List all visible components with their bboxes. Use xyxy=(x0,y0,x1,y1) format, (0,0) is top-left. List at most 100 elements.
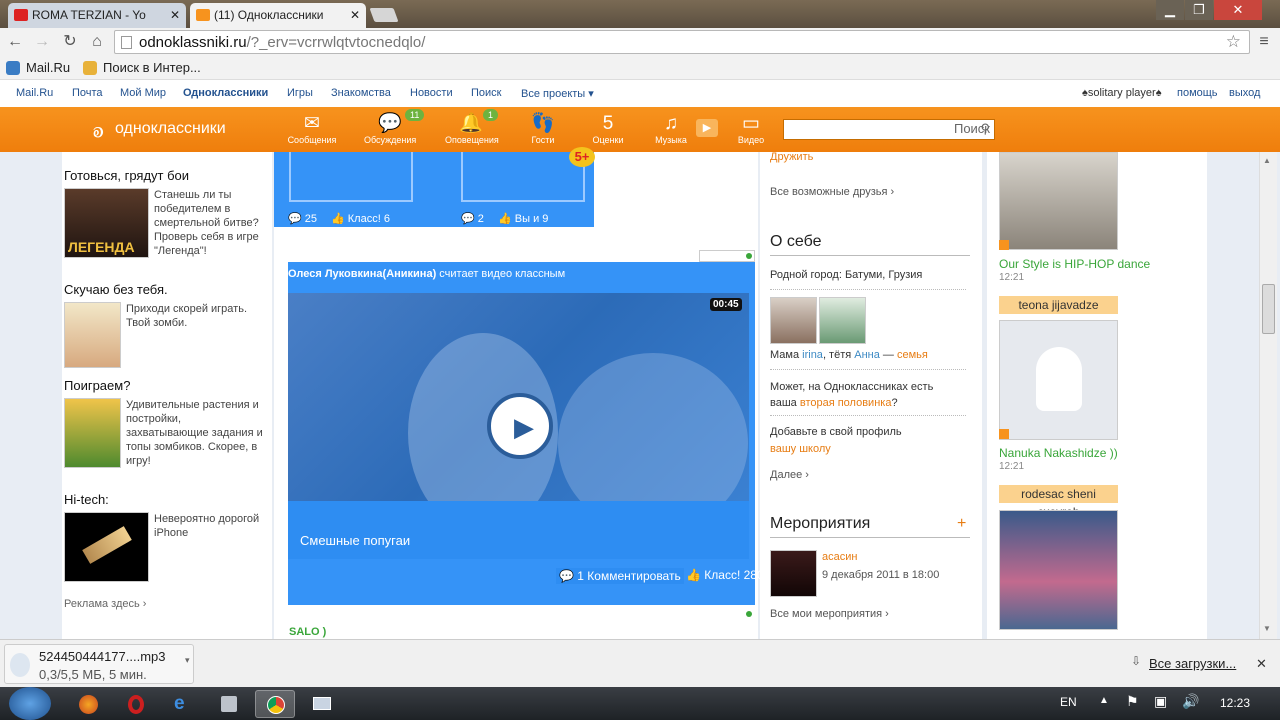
ad-title[interactable]: Поиграем? xyxy=(64,378,130,393)
video-nav[interactable]: ▭ Видео xyxy=(725,113,777,145)
activity-author[interactable]: rodesac sheni cxovreb xyxy=(999,485,1118,519)
window-switch-icon[interactable] xyxy=(302,690,342,718)
all-events-link[interactable]: Все мои мероприятия › xyxy=(770,608,889,620)
ad-thumbnail-zombie-girl[interactable] xyxy=(64,302,121,368)
new-tab-button[interactable] xyxy=(369,8,399,22)
close-download-bar-icon[interactable]: ✕ xyxy=(1256,656,1267,672)
start-button[interactable] xyxy=(9,687,51,720)
search-icon[interactable]: ⚲ xyxy=(980,121,990,137)
ok-logo-text[interactable]: одноклассники xyxy=(115,120,226,138)
family-photo-aunt[interactable] xyxy=(819,297,866,344)
activity-caption[interactable]: Our Style is HIP-HOP dance xyxy=(999,257,1150,271)
all-downloads-link[interactable]: Все загрузки... xyxy=(1149,656,1236,671)
half-link[interactable]: вторая половинка xyxy=(800,397,892,409)
music-play-icon[interactable]: ▶ xyxy=(696,119,718,137)
add-event-icon[interactable]: + xyxy=(957,515,966,533)
feed-photo-right[interactable] xyxy=(461,152,585,202)
like-count-left[interactable]: 👍 Класс! 6 xyxy=(331,212,390,225)
video-title[interactable]: Смешные попугаи xyxy=(300,533,410,548)
close-tab-icon[interactable]: ✕ xyxy=(350,8,360,22)
address-bar[interactable]: odnoklassniki.ru/?_erv=vcrrwlqtvtocnedql… xyxy=(114,30,1250,54)
opera-icon[interactable] xyxy=(116,690,156,718)
like-count-right[interactable]: 👍 Вы и 9 xyxy=(498,212,548,225)
ad-text[interactable]: Станешь ли ты победителем в смертельной … xyxy=(154,188,264,258)
ad-title[interactable]: Готовься, грядут бои xyxy=(64,168,189,183)
link-odnoklassniki[interactable]: Одноклассники xyxy=(183,87,268,99)
page-scrollbar[interactable]: ▲ ▼ xyxy=(1259,152,1277,639)
home-icon[interactable]: ⌂ xyxy=(87,32,107,52)
username[interactable]: ♠solitary player♠ xyxy=(1082,87,1162,99)
back-icon[interactable]: ← xyxy=(5,32,25,52)
bookmark-mailru[interactable]: Mail.Ru xyxy=(6,60,70,75)
action-center-flag-icon[interactable]: ⚑ xyxy=(1126,693,1139,710)
link-mail[interactable]: Почта xyxy=(72,87,103,99)
comment-button[interactable]: 💬 1 Комментировать xyxy=(556,568,684,584)
event-name[interactable]: асасин xyxy=(822,551,857,563)
link-games[interactable]: Игры xyxy=(287,87,313,99)
ad-text[interactable]: Удивительные растения и постройки, захва… xyxy=(126,398,266,468)
volume-icon[interactable]: 🔊 xyxy=(1182,693,1199,710)
next-post-author[interactable]: SALO ) xyxy=(289,626,326,638)
wrench-menu-icon[interactable]: ≡ xyxy=(1254,32,1274,52)
internet-explorer-icon[interactable]: e xyxy=(163,690,203,718)
family-link[interactable]: семья xyxy=(897,349,928,361)
bookmark-search[interactable]: Поиск в Интер... xyxy=(83,60,201,75)
minimize-icon[interactable]: ▁ xyxy=(1156,0,1184,20)
link-news[interactable]: Новости xyxy=(410,87,453,99)
tray-expand-icon[interactable]: ▲ xyxy=(1099,695,1109,706)
close-window-icon[interactable]: ✕ xyxy=(1214,0,1262,20)
like-button[interactable]: 👍 Класс! 280 xyxy=(686,568,764,582)
scroll-down-icon[interactable]: ▼ xyxy=(1263,624,1271,633)
language-indicator[interactable]: EN xyxy=(1060,695,1077,709)
ad-title[interactable]: Hi-tech: xyxy=(64,492,109,507)
ad-text[interactable]: Невероятно дорогой iPhone xyxy=(154,512,264,540)
ad-thumbnail-zombie[interactable] xyxy=(64,398,121,468)
reload-icon[interactable]: ↻ xyxy=(60,32,80,52)
download-item[interactable]: 524450444177....mp3 0,3/5,5 МБ, 5 мин. ▾ xyxy=(4,644,194,684)
activity-photo-dance[interactable] xyxy=(999,152,1118,250)
network-icon[interactable]: ▣ xyxy=(1154,693,1167,710)
link-help[interactable]: помощь xyxy=(1177,87,1218,99)
scrollbar-thumb[interactable] xyxy=(1262,284,1275,334)
link-moimir[interactable]: Мой Мир xyxy=(120,87,166,99)
link-logout[interactable]: выход xyxy=(1229,87,1260,99)
comment-count-left[interactable]: 💬 25 xyxy=(288,212,317,225)
event-thumbnail[interactable] xyxy=(770,550,817,597)
activity-author[interactable]: teona jijavadze xyxy=(999,296,1118,314)
music-nav[interactable]: ♫ Музыка xyxy=(645,113,697,145)
forward-icon[interactable]: → xyxy=(32,32,52,52)
post-author-link[interactable]: Олеся Луковкина(Аникина) xyxy=(288,268,436,280)
close-tab-icon[interactable]: ✕ xyxy=(170,8,180,22)
link-all-projects[interactable]: Все проекты ▾ xyxy=(521,87,594,100)
ad-title[interactable]: Скучаю без тебя. xyxy=(64,282,168,297)
family-aunt-link[interactable]: Анна xyxy=(854,349,880,361)
search-input[interactable]: Поиск ⚲ xyxy=(783,119,995,140)
firefox-icon[interactable] xyxy=(69,690,109,718)
family-photo-mom[interactable] xyxy=(770,297,817,344)
tab-youtube[interactable]: ROMA TERZIAN - Yo ✕ xyxy=(8,3,186,28)
link-dating[interactable]: Знакомства xyxy=(331,87,391,99)
activity-caption[interactable]: Nanuka Nakashidze )) xyxy=(999,446,1118,460)
play-button[interactable]: ▶ xyxy=(487,393,553,459)
ad-thumbnail-iphone[interactable] xyxy=(64,512,149,582)
befriend-link[interactable]: Дружить xyxy=(770,151,813,163)
family-mom-link[interactable]: irina xyxy=(802,349,823,361)
comment-count-right[interactable]: 💬 2 xyxy=(461,212,484,225)
ads-footer-link[interactable]: Реклама здесь › xyxy=(64,597,146,611)
link-search[interactable]: Поиск xyxy=(471,87,501,99)
ad-thumbnail-legend[interactable]: ЛЕГЕНДА xyxy=(64,188,149,258)
scroll-up-icon[interactable]: ▲ xyxy=(1263,156,1271,165)
chrome-icon[interactable] xyxy=(255,690,295,718)
feed-photo-left[interactable] xyxy=(289,152,413,202)
guests-nav[interactable]: 👣 Гости xyxy=(517,113,569,145)
tab-odnoklassniki[interactable]: (11) Одноклассники ✕ xyxy=(190,3,366,28)
download-menu-icon[interactable]: ▾ xyxy=(185,655,190,666)
clock[interactable]: 12:23 xyxy=(1220,696,1250,710)
activity-avatar-placeholder[interactable] xyxy=(999,320,1118,440)
bookmark-star-icon[interactable]: ☆ xyxy=(1226,32,1241,52)
maximize-icon[interactable]: ❐ xyxy=(1185,0,1213,20)
ad-text[interactable]: Приходи скорей играть. Твой зомби. xyxy=(126,302,266,330)
ratings-nav[interactable]: 5 Оценки xyxy=(582,113,634,145)
more-link[interactable]: Далее › xyxy=(770,469,809,481)
media-player-icon[interactable] xyxy=(209,690,249,718)
